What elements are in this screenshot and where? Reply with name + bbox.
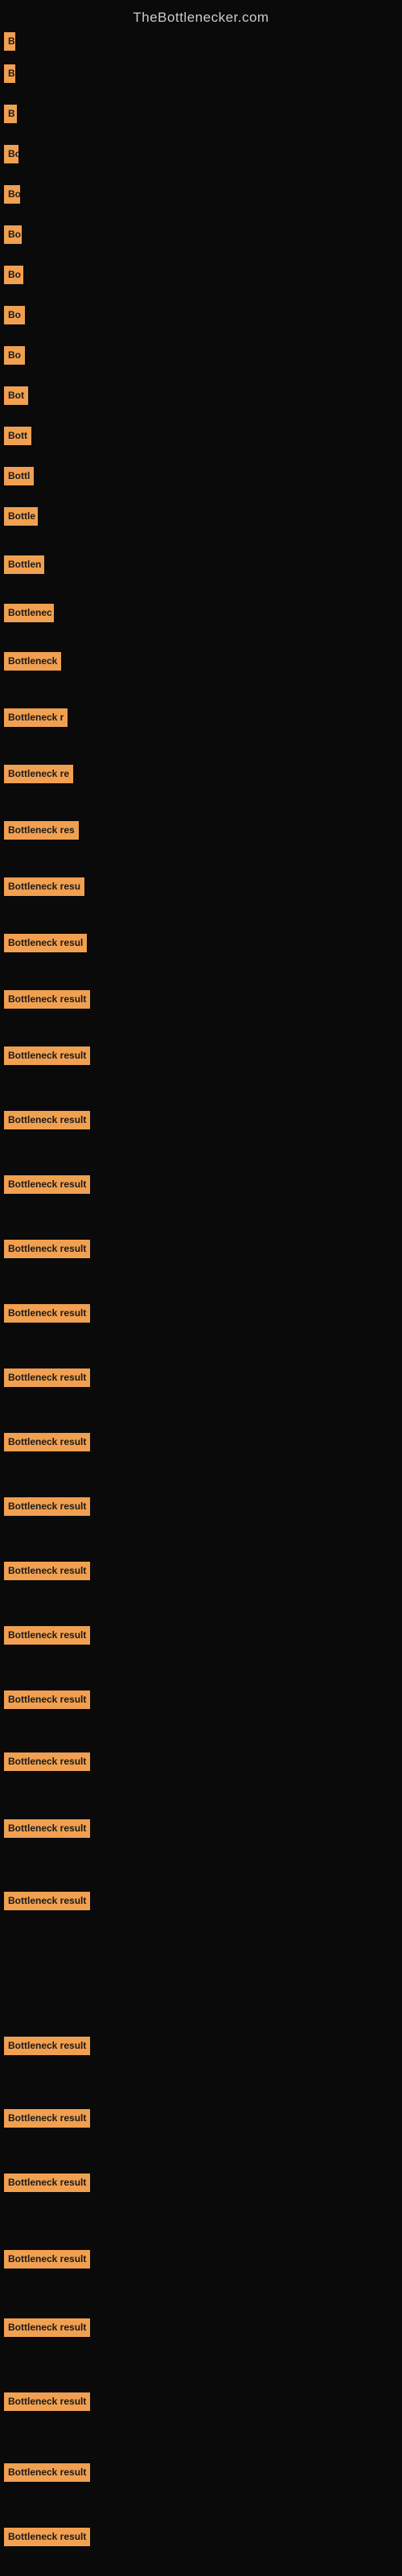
bottleneck-label: Bottleneck result: [4, 2463, 90, 2482]
bottleneck-label: Bottleneck result: [4, 1433, 90, 1451]
bottleneck-item: Bottleneck result: [4, 1892, 90, 1910]
bottleneck-item: Bottl: [4, 467, 34, 485]
bottleneck-label: Bottl: [4, 467, 34, 485]
bottleneck-item: Bottleneck res: [4, 821, 79, 840]
bottleneck-label: Bottleneck result: [4, 2174, 90, 2192]
bottleneck-item: Bottleneck resul: [4, 934, 87, 952]
bottleneck-item: Bottleneck result: [4, 1433, 90, 1451]
bottleneck-item: Bottleneck result: [4, 990, 90, 1009]
bottleneck-label: Bottleneck result: [4, 1626, 90, 1645]
bottleneck-item: Bottleneck result: [4, 1368, 90, 1387]
bottleneck-label: B: [4, 105, 17, 123]
bottleneck-label: Bottleneck result: [4, 1497, 90, 1516]
bottleneck-item: Bo: [4, 145, 18, 163]
bottleneck-label: B: [4, 32, 15, 51]
bottleneck-item: Bott: [4, 427, 31, 445]
bottleneck-item: Bottleneck result: [4, 1175, 90, 1194]
bottleneck-item: Bottleneck result: [4, 2037, 90, 2055]
bottleneck-label: Bottleneck result: [4, 1892, 90, 1910]
bottleneck-item: Bo: [4, 225, 22, 244]
bottleneck-item: Bot: [4, 386, 28, 405]
bottleneck-label: Bottleneck result: [4, 2392, 90, 2411]
bottleneck-label: Bottleneck result: [4, 1111, 90, 1129]
bottleneck-item: Bo: [4, 306, 25, 324]
bottleneck-label: Bottleneck res: [4, 821, 79, 840]
bottleneck-label: Bottlen: [4, 555, 44, 574]
bottleneck-label: B: [4, 64, 15, 83]
bottleneck-label: Bottleneck re: [4, 765, 73, 783]
bottleneck-label: Bottleneck result: [4, 990, 90, 1009]
bottleneck-label: Bottleneck result: [4, 1752, 90, 1771]
bottleneck-label: Bottleneck result: [4, 1240, 90, 1258]
bottleneck-label: Bottleneck result: [4, 1562, 90, 1580]
bottleneck-item: Bottleneck result: [4, 1304, 90, 1323]
bottleneck-label: Bottleneck result: [4, 1175, 90, 1194]
bottleneck-item: Bottleneck result: [4, 1497, 90, 1516]
bottleneck-label: Bo: [4, 145, 18, 163]
bottleneck-label: Bo: [4, 306, 25, 324]
bottleneck-item: Bottleneck result: [4, 1240, 90, 1258]
bottleneck-item: Bottleneck result: [4, 2109, 90, 2128]
bottleneck-label: Bottleneck result: [4, 1690, 90, 1709]
bottleneck-item: Bottleneck result: [4, 2174, 90, 2192]
site-title: TheBottlenecker.com: [0, 0, 402, 32]
bottleneck-item: Bottle: [4, 507, 38, 526]
bottleneck-label: Bottleneck result: [4, 2109, 90, 2128]
bottleneck-item: B: [4, 32, 15, 51]
bottleneck-item: Bottleneck result: [4, 1752, 90, 1771]
bottleneck-label: Bo: [4, 266, 23, 284]
bottleneck-item: Bottlenec: [4, 604, 54, 622]
bottleneck-item: Bottleneck result: [4, 1046, 90, 1065]
bottleneck-item: Bottleneck result: [4, 1626, 90, 1645]
bottleneck-item: B: [4, 64, 15, 83]
bottleneck-item: Bottleneck result: [4, 2528, 90, 2546]
bottleneck-item: Bottleneck result: [4, 2392, 90, 2411]
bottleneck-label: Bottleneck result: [4, 2250, 90, 2268]
bottleneck-item: Bottleneck result: [4, 1819, 90, 1838]
bottleneck-item: Bo: [4, 266, 23, 284]
bottleneck-label: Bottleneck result: [4, 1368, 90, 1387]
bottleneck-label: Bottleneck result: [4, 1046, 90, 1065]
bottleneck-item: Bo: [4, 346, 25, 365]
bottleneck-label: Bottleneck result: [4, 1819, 90, 1838]
bottleneck-item: Bo: [4, 185, 20, 204]
bottleneck-label: Bottleneck result: [4, 2528, 90, 2546]
bottleneck-label: Bottleneck result: [4, 2037, 90, 2055]
bottleneck-label: Bo: [4, 225, 22, 244]
bottleneck-label: Bottleneck result: [4, 1304, 90, 1323]
bottleneck-item: Bottlen: [4, 555, 44, 574]
bottleneck-item: Bottleneck result: [4, 2318, 90, 2337]
bottleneck-item: B: [4, 105, 17, 123]
bottleneck-item: Bottleneck result: [4, 2250, 90, 2268]
bottleneck-item: Bottleneck r: [4, 708, 68, 727]
bottleneck-item: Bottleneck resu: [4, 877, 84, 896]
bottleneck-label: Bott: [4, 427, 31, 445]
bottleneck-label: Bottleneck r: [4, 708, 68, 727]
bottleneck-label: Bottleneck: [4, 652, 61, 671]
bottleneck-label: Bo: [4, 346, 25, 365]
bottleneck-label: Bot: [4, 386, 28, 405]
bottleneck-item: Bottleneck re: [4, 765, 73, 783]
bottleneck-label: Bottleneck resul: [4, 934, 87, 952]
bottleneck-label: Bottleneck resu: [4, 877, 84, 896]
bottleneck-item: Bottleneck result: [4, 1690, 90, 1709]
bottleneck-label: Bottle: [4, 507, 38, 526]
page-wrapper: TheBottlenecker.com BBBBoBoBoBoBoBoBotBo…: [0, 0, 402, 2576]
bottleneck-item: Bottleneck result: [4, 1111, 90, 1129]
bottleneck-item: Bottleneck result: [4, 2463, 90, 2482]
bottleneck-item: Bottleneck: [4, 652, 61, 671]
bottleneck-label: Bo: [4, 185, 20, 204]
bottleneck-label: Bottlenec: [4, 604, 54, 622]
bottleneck-item: Bottleneck result: [4, 1562, 90, 1580]
bottleneck-label: Bottleneck result: [4, 2318, 90, 2337]
